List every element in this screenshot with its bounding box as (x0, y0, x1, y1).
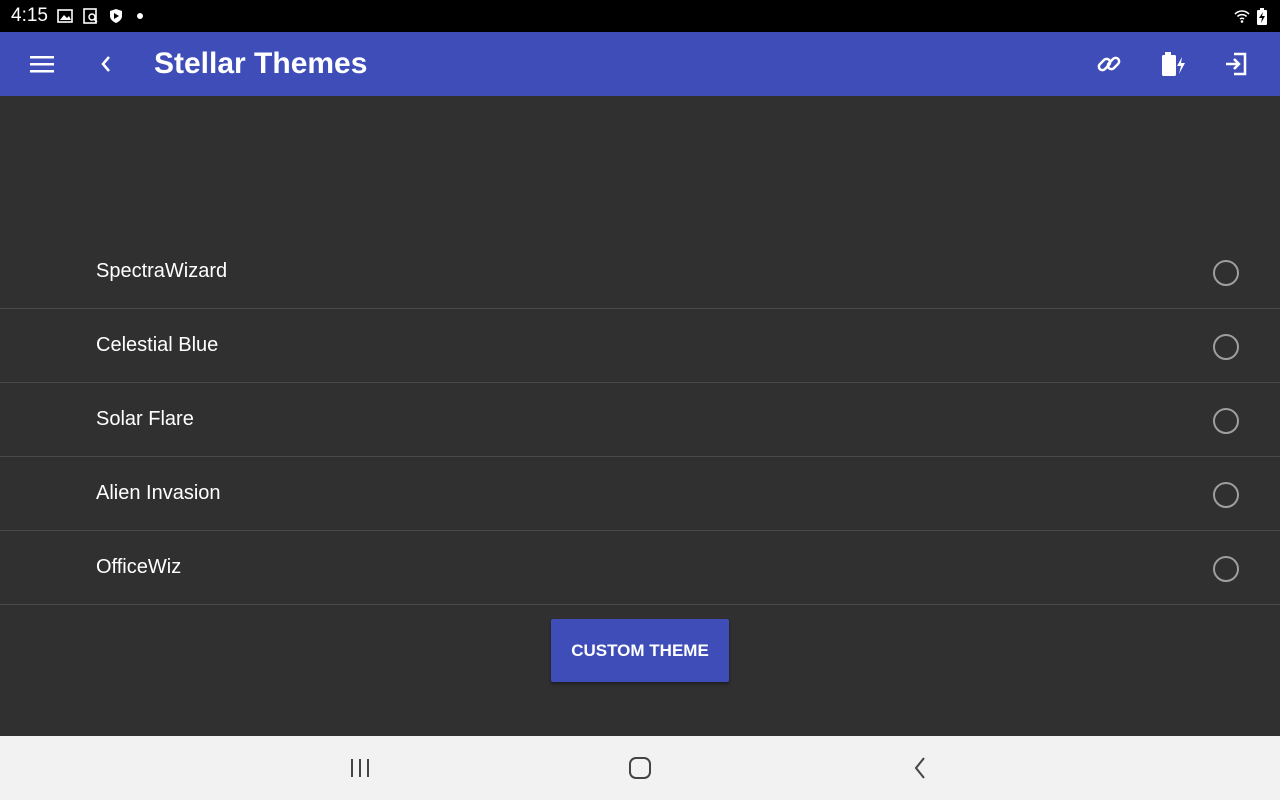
link-icon[interactable] (1089, 44, 1129, 84)
logout-icon[interactable] (1216, 44, 1256, 84)
theme-label: SpectraWizard (96, 260, 228, 282)
theme-item-solar-flare[interactable]: Solar Flare (0, 383, 1280, 457)
system-nav-bar (0, 736, 1280, 800)
menu-icon[interactable] (22, 44, 62, 84)
radio-button[interactable] (1213, 334, 1239, 360)
app-bar: Stellar Themes (0, 32, 1280, 96)
radio-button[interactable] (1213, 260, 1239, 286)
shield-icon (108, 8, 124, 24)
page-title: Stellar Themes (154, 47, 368, 80)
screenshot-icon (83, 8, 99, 24)
theme-label: Solar Flare (96, 408, 194, 430)
theme-label: Celestial Blue (96, 334, 219, 356)
battery-charging-icon[interactable] (1153, 44, 1193, 84)
theme-list: SpectraWizard Celestial Blue Solar Flare… (0, 235, 1280, 605)
wifi-icon (1234, 8, 1250, 24)
custom-theme-button[interactable]: CUSTOM THEME (551, 619, 729, 682)
radio-button[interactable] (1213, 408, 1239, 434)
notification-dot-icon (137, 13, 143, 19)
status-time: 4:15 (11, 5, 48, 26)
theme-label: OfficeWiz (96, 556, 182, 578)
theme-item-celestial-blue[interactable]: Celestial Blue (0, 309, 1280, 383)
theme-item-alien-invasion[interactable]: Alien Invasion (0, 457, 1280, 531)
radio-button[interactable] (1213, 556, 1239, 582)
back-icon[interactable] (86, 44, 126, 84)
nav-back-icon[interactable] (900, 748, 940, 788)
theme-label: Alien Invasion (96, 482, 221, 504)
status-bar: 4:15 (0, 0, 1280, 32)
recents-icon[interactable] (340, 748, 380, 788)
image-icon (57, 8, 73, 24)
battery-icon (1256, 8, 1268, 25)
radio-button[interactable] (1213, 482, 1239, 508)
home-icon[interactable] (620, 748, 660, 788)
theme-item-spectrawizard[interactable]: SpectraWizard (0, 235, 1280, 309)
theme-item-officewiz[interactable]: OfficeWiz (0, 531, 1280, 605)
